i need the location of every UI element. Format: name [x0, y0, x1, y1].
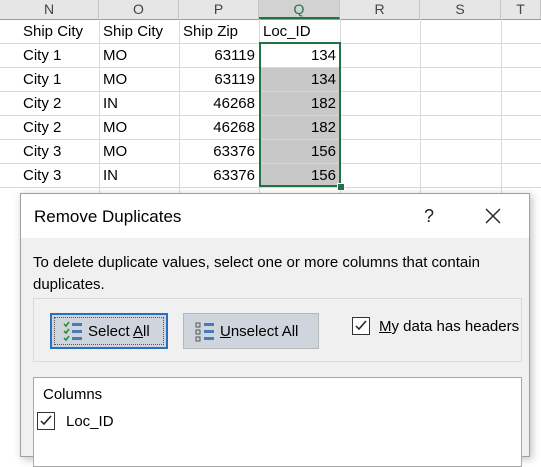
unselect-all-label: Unselect All — [220, 322, 299, 340]
checkmark-icon — [40, 415, 52, 426]
checkmark-icon — [355, 320, 367, 331]
column-header-s[interactable]: S — [420, 0, 501, 19]
header-cell-ship-city[interactable]: Ship City — [19, 20, 99, 43]
header-cell-ship-zip[interactable]: Ship Zip — [179, 20, 259, 43]
header-cell-ship-city[interactable]: Ship City — [99, 20, 179, 43]
column-header-p[interactable]: P — [179, 0, 259, 19]
columns-list: Columns Loc_ID — [33, 377, 522, 467]
column-item-label: Loc_ID — [66, 412, 114, 430]
cell-ship-city[interactable]: City 1 — [19, 44, 99, 67]
my-data-has-headers-label: My data has headers — [379, 317, 520, 335]
cell-ship-city[interactable]: City 2 — [19, 116, 99, 139]
unselect-all-icon — [195, 322, 214, 342]
cell-ship-zip[interactable]: 63119 — [179, 44, 259, 67]
columns-list-title: Columns — [43, 386, 103, 403]
header-cell-loc-id[interactable]: Loc_ID — [259, 20, 340, 43]
cell-ship-state[interactable]: IN — [99, 92, 179, 115]
cell-ship-state[interactable]: MO — [99, 140, 179, 163]
column-item-loc-id[interactable]: Loc_ID — [37, 412, 114, 430]
cell-ship-zip[interactable]: 63119 — [179, 68, 259, 91]
remove-duplicates-dialog: Remove Duplicates ? To delete duplicate … — [20, 193, 530, 467]
selection-controls: Select All Unselect All My data has head… — [33, 298, 522, 362]
column-checkbox[interactable] — [37, 412, 55, 430]
cell-ship-state[interactable]: IN — [99, 164, 179, 187]
column-header-n[interactable]: N — [0, 0, 99, 19]
cell-ship-state[interactable]: MO — [99, 44, 179, 67]
gridline — [0, 187, 541, 188]
column-header-bar: N O P Q R S T — [0, 0, 541, 20]
cell-ship-city[interactable]: City 3 — [19, 164, 99, 187]
unselect-all-button[interactable]: Unselect All — [183, 313, 319, 349]
column-header-t[interactable]: T — [501, 0, 541, 19]
column-header-o[interactable]: O — [99, 0, 179, 19]
cell-ship-zip[interactable]: 63376 — [179, 164, 259, 187]
close-button[interactable] — [481, 204, 505, 228]
checkbox-box[interactable] — [352, 317, 370, 335]
cell-ship-zip[interactable]: 63376 — [179, 140, 259, 163]
my-data-has-headers-checkbox[interactable]: My data has headers — [352, 317, 519, 335]
dialog-titlebar[interactable]: Remove Duplicates ? — [21, 194, 529, 238]
close-icon — [485, 208, 501, 224]
cell-ship-city[interactable]: City 2 — [19, 92, 99, 115]
cell-ship-state[interactable]: MO — [99, 116, 179, 139]
select-all-label: Select All — [88, 322, 150, 340]
cell-ship-zip[interactable]: 46268 — [179, 92, 259, 115]
cell-ship-zip[interactable]: 46268 — [179, 116, 259, 139]
cell-ship-state[interactable]: MO — [99, 68, 179, 91]
select-all-icon — [63, 321, 82, 342]
selection-range-border — [259, 42, 341, 187]
dialog-title: Remove Duplicates — [34, 207, 182, 226]
cell-ship-city[interactable]: City 1 — [19, 68, 99, 91]
column-header-q[interactable]: Q — [259, 0, 340, 19]
column-header-r[interactable]: R — [340, 0, 420, 19]
help-button[interactable]: ? — [417, 204, 441, 228]
select-all-button[interactable]: Select All — [50, 313, 168, 349]
dialog-description: To delete duplicate values, select one o… — [33, 254, 480, 293]
cell-ship-city[interactable]: City 3 — [19, 140, 99, 163]
fill-handle[interactable] — [337, 183, 345, 191]
